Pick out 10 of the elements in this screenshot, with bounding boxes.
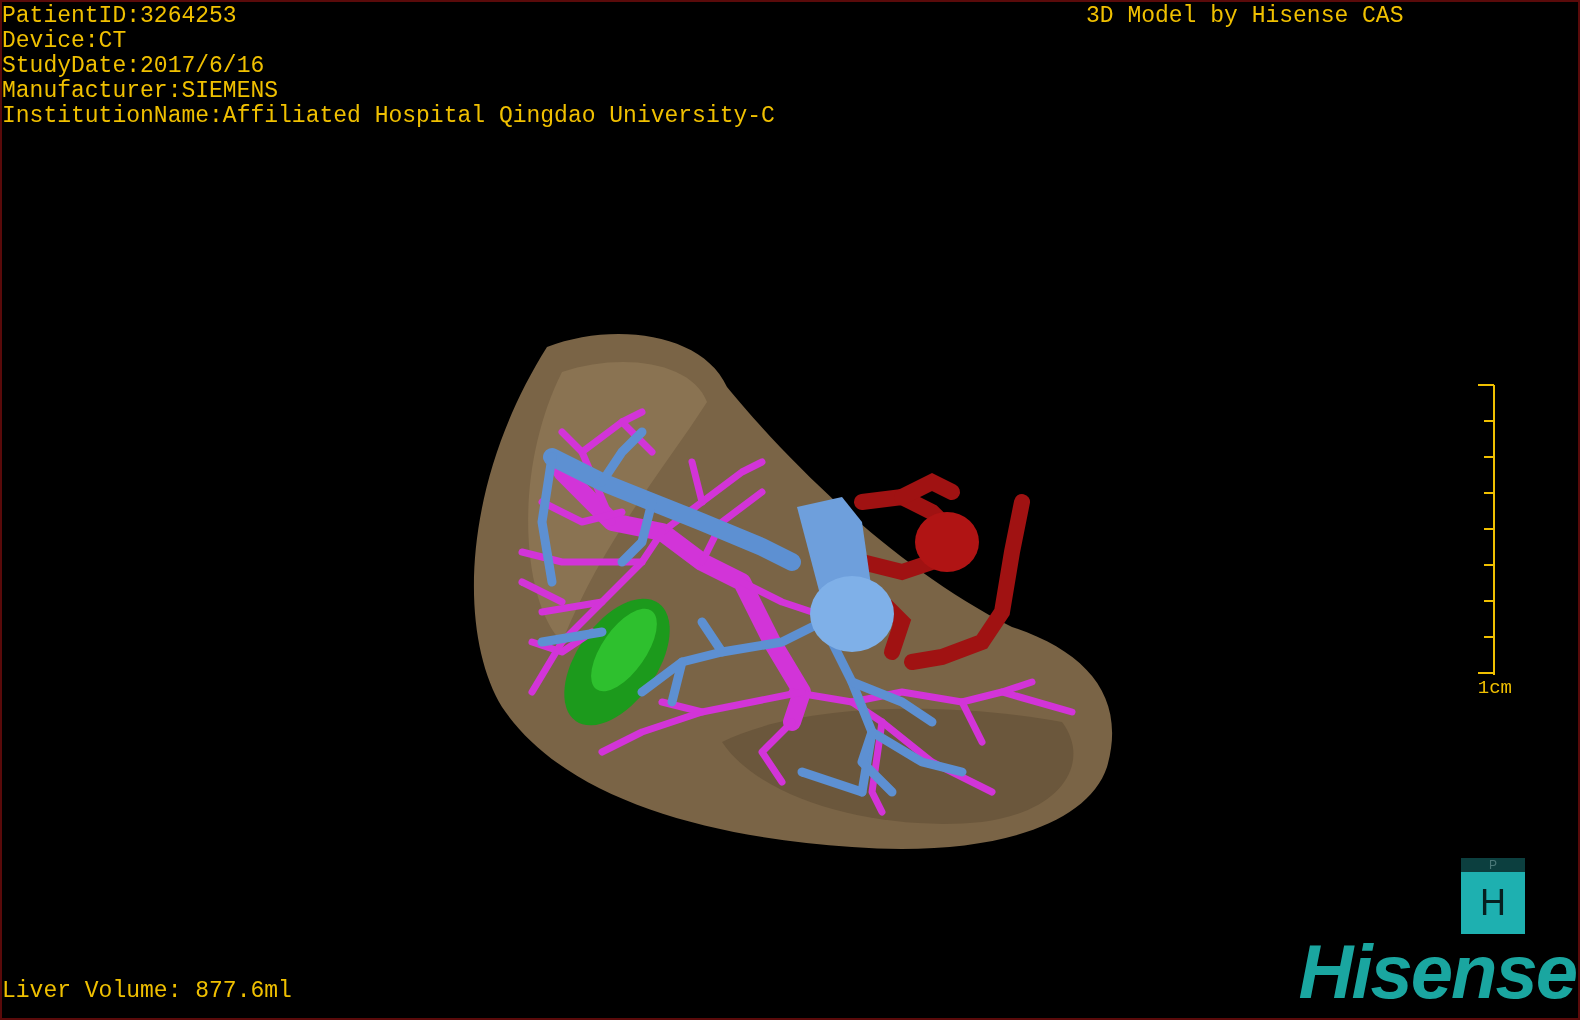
model-title: 3D Model by Hisense CAS — [1086, 4, 1404, 29]
study-info-text: Device:CT — [2, 29, 128, 54]
study-info-text: Manufacturer:SIEMENS — [2, 79, 280, 104]
study-info-text: InstitutionName:Affiliated Hospital Qingdao University-C — [2, 104, 775, 129]
liver-volume-text: Liver Volume: 877.6ml — [2, 978, 292, 1004]
study-info-text: StudyDate:2017/6/16 — [2, 54, 266, 79]
scale-label: 1cm — [1477, 676, 1512, 700]
cube-front-face[interactable]: H — [1461, 872, 1525, 934]
study-info-text: PatientID:3264253 — [2, 4, 238, 29]
brand-logo: Hisense — [1298, 932, 1576, 1012]
